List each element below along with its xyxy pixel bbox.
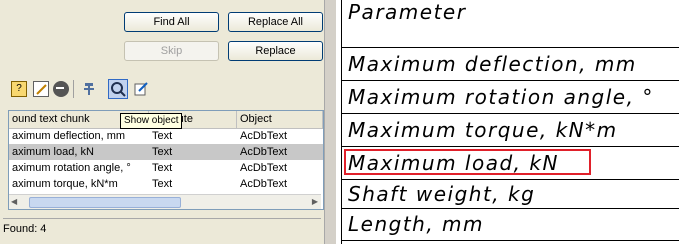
- table-line: [342, 80, 679, 81]
- cell-chunk: aximum torque, kN*m: [12, 178, 118, 190]
- replace-button[interactable]: Replace: [228, 41, 323, 61]
- find-all-button[interactable]: Find All: [124, 12, 219, 32]
- cad-text-weight[interactable]: Shaft weight, kg: [348, 182, 535, 206]
- horizontal-scrollbar[interactable]: ◀ ▶: [9, 194, 321, 209]
- cad-text-length[interactable]: Length, mm: [348, 212, 484, 236]
- selection-highlight: [344, 149, 591, 175]
- column-object[interactable]: Object: [237, 111, 323, 128]
- table-row[interactable]: aximum torque, kN*m Text AcDbText: [9, 176, 323, 192]
- find-replace-panel: Find All Replace All Skip Replace ? ound…: [0, 0, 336, 244]
- table-row[interactable]: aximum rotation angle, ° Text AcDbText: [9, 160, 323, 176]
- scroll-left-icon[interactable]: ◀: [11, 197, 17, 206]
- table-line: [342, 146, 679, 147]
- scrollbar-thumb[interactable]: [29, 197, 181, 208]
- cell-object: AcDbText: [240, 146, 288, 158]
- skip-button[interactable]: Skip: [124, 41, 219, 61]
- pin-icon[interactable]: [81, 81, 97, 97]
- cad-drawing[interactable]: Parameter Maximum deflection, mm Maximum…: [341, 0, 679, 244]
- toolbar-separator: [73, 80, 74, 98]
- cell-attribute: Text: [152, 130, 173, 142]
- replace-all-button[interactable]: Replace All: [228, 12, 323, 32]
- cad-text-deflection[interactable]: Maximum deflection, mm: [348, 52, 637, 76]
- table-line: [342, 113, 679, 114]
- cell-object: AcDbText: [240, 178, 288, 190]
- cad-text-rotation[interactable]: Maximum rotation angle, °: [348, 85, 654, 109]
- zoom-icon[interactable]: [108, 79, 128, 99]
- export-icon[interactable]: [133, 81, 149, 97]
- table-line: [342, 47, 679, 48]
- scroll-right-icon[interactable]: ▶: [312, 197, 318, 206]
- table-row[interactable]: aximum deflection, mm Text AcDbText: [9, 128, 323, 144]
- cell-attribute: Text: [152, 162, 173, 174]
- table-line: [342, 240, 679, 241]
- column-label: ound text chunk: [12, 113, 90, 125]
- table-line: [342, 179, 679, 180]
- edit-icon[interactable]: [33, 81, 49, 97]
- cad-text-parameter[interactable]: Parameter: [348, 0, 466, 24]
- cell-attribute: Text: [152, 146, 173, 158]
- cad-text-torque[interactable]: Maximum torque, kN*m: [348, 118, 618, 142]
- remove-icon[interactable]: [53, 81, 69, 97]
- table-row-selected[interactable]: aximum load, kN Text AcDbText: [9, 144, 323, 160]
- table-line: [342, 208, 679, 209]
- cell-chunk: aximum load, kN: [12, 146, 94, 158]
- properties-icon[interactable]: ?: [11, 81, 27, 97]
- panel-scrollbar[interactable]: [324, 0, 336, 244]
- cell-object: AcDbText: [240, 130, 288, 142]
- cell-chunk: aximum deflection, mm: [12, 130, 126, 142]
- status-bar: Found: 4: [3, 218, 321, 239]
- cell-attribute: Text: [152, 178, 173, 190]
- cell-chunk: aximum rotation angle, °: [12, 162, 131, 174]
- cell-object: AcDbText: [240, 162, 288, 174]
- show-object-tooltip: Show object: [120, 113, 183, 129]
- found-count: Found: 4: [3, 223, 47, 235]
